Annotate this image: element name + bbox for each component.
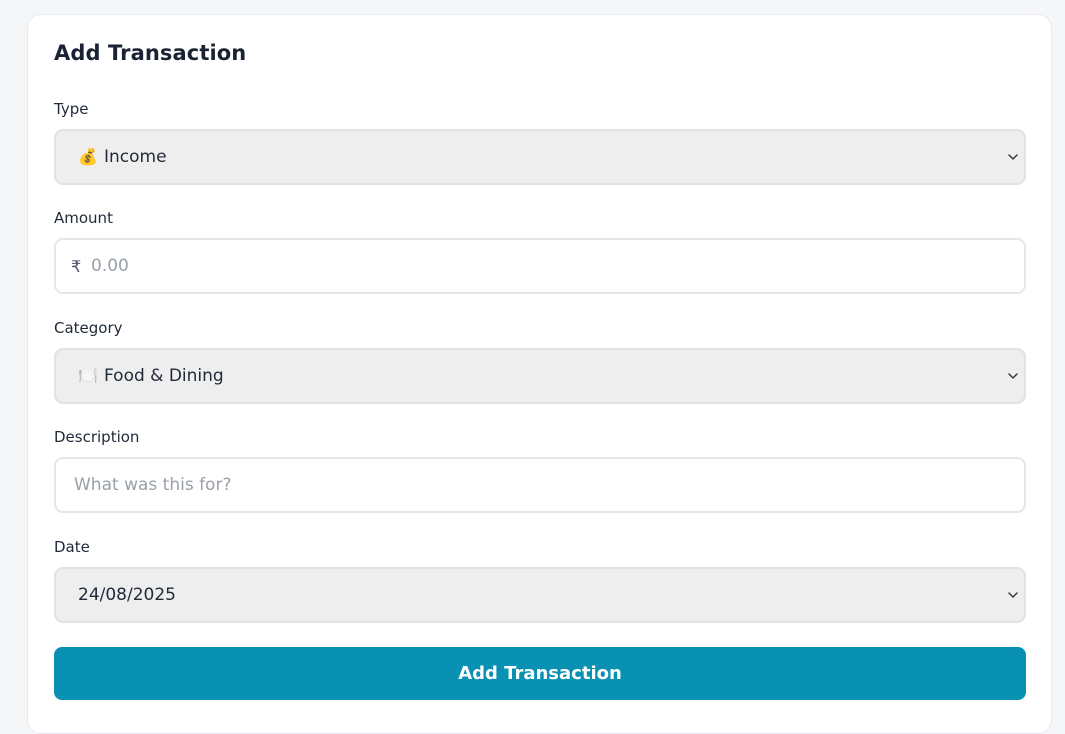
add-transaction-card: Add Transaction Type 💰 Income Amount ₹ 0… bbox=[27, 14, 1052, 734]
type-label: Type bbox=[54, 100, 89, 118]
fork-knife-plate-icon: 🍽️ bbox=[78, 366, 98, 385]
description-input[interactable]: What was this for? bbox=[54, 457, 1026, 513]
rupee-icon: ₹ bbox=[71, 256, 82, 276]
description-placeholder: What was this for? bbox=[74, 475, 232, 495]
chevron-down-icon bbox=[1008, 592, 1018, 598]
money-bag-icon: 💰 bbox=[78, 147, 98, 166]
amount-input[interactable]: ₹ 0.00 bbox=[54, 238, 1026, 294]
chevron-down-icon bbox=[1008, 154, 1018, 160]
chevron-down-icon bbox=[1008, 373, 1018, 379]
type-select-value: 💰 Income bbox=[78, 131, 167, 183]
add-transaction-button[interactable]: Add Transaction bbox=[54, 647, 1026, 700]
date-value: 24/08/2025 bbox=[78, 585, 176, 605]
category-label: Category bbox=[54, 319, 123, 337]
amount-placeholder: 0.00 bbox=[91, 256, 129, 276]
category-select-text: Food & Dining bbox=[104, 366, 224, 386]
date-picker[interactable]: 24/08/2025 bbox=[54, 567, 1026, 623]
description-label: Description bbox=[54, 428, 140, 446]
date-label: Date bbox=[54, 538, 90, 556]
category-select-value: 🍽️ Food & Dining bbox=[78, 350, 224, 402]
type-select-text: Income bbox=[104, 147, 167, 167]
type-select[interactable]: 💰 Income bbox=[54, 129, 1026, 185]
page-title: Add Transaction bbox=[54, 41, 247, 65]
category-select[interactable]: 🍽️ Food & Dining bbox=[54, 348, 1026, 404]
amount-label: Amount bbox=[54, 209, 113, 227]
